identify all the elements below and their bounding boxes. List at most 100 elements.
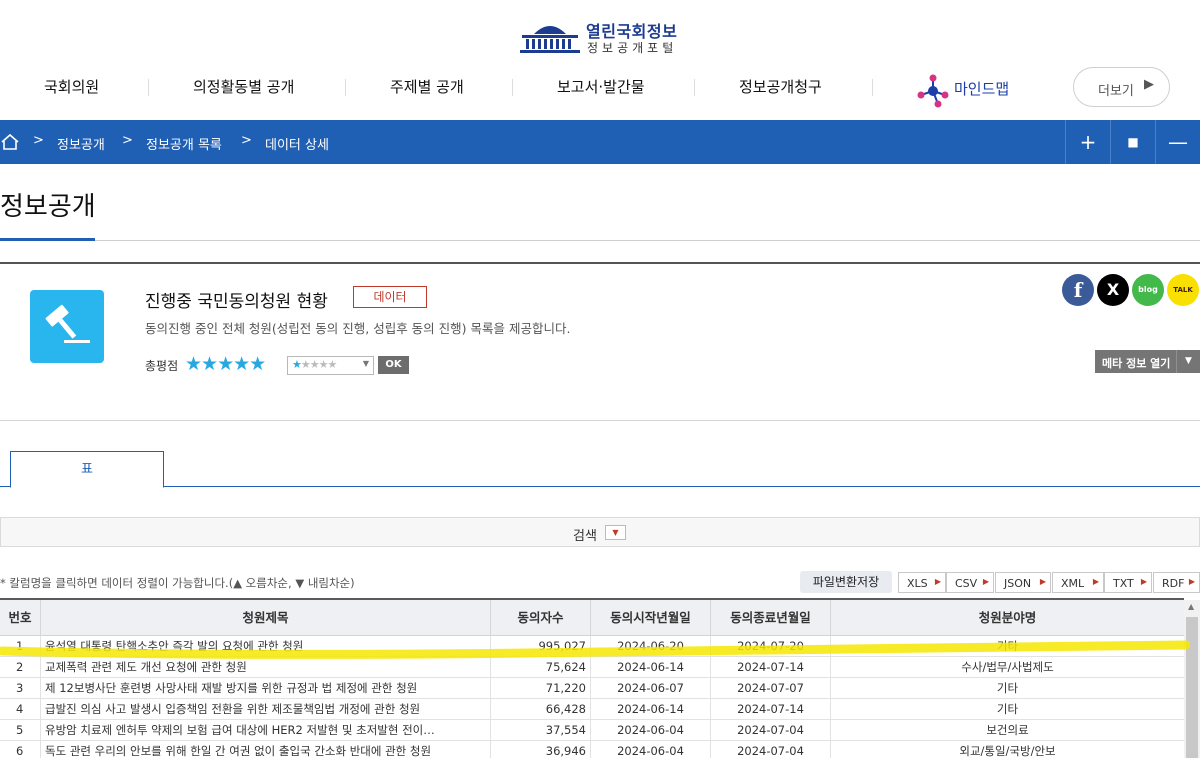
column-header-title[interactable]: 청원제목 xyxy=(41,600,491,636)
search-toggle-bar[interactable]: 검색 ▼ xyxy=(0,517,1200,547)
facebook-share-button[interactable]: f xyxy=(1062,274,1094,306)
breadcrumb-item-detail[interactable]: 데이터 상세 xyxy=(265,134,329,153)
column-header-start-date[interactable]: 동의시작년월일 xyxy=(591,600,711,636)
column-header-agree-count[interactable]: 동의자수 xyxy=(491,600,591,636)
mindmap-label: 마인드맵 xyxy=(954,80,1010,98)
cell-agree-count: 37,554 xyxy=(491,720,591,741)
export-txt-button[interactable]: TXT ▶ xyxy=(1104,572,1152,593)
x-share-button[interactable]: X xyxy=(1097,274,1129,306)
nav-separator xyxy=(872,79,873,96)
nav-item-disclosure-request[interactable]: 정보공개청구 xyxy=(739,76,822,97)
blog-share-button[interactable]: blog xyxy=(1132,274,1164,306)
export-format-label: JSON xyxy=(1004,577,1032,590)
export-json-button[interactable]: JSON ▶ xyxy=(995,572,1051,593)
cell-category: 수사/법무/사법제도 xyxy=(961,660,1054,674)
mindmap-icon xyxy=(917,74,949,108)
divider xyxy=(0,262,1200,264)
site-logo[interactable]: 열린국회정보 정보공개포털 xyxy=(520,18,690,56)
cell-end-date: 2024-07-14 xyxy=(711,699,831,720)
tab-table[interactable]: 표 xyxy=(10,451,164,488)
breadcrumb-item-list[interactable]: 정보공개 목록 xyxy=(146,134,222,153)
divider xyxy=(0,420,1200,421)
caret-right-icon: ▶ xyxy=(1092,577,1099,586)
cell-number: 1 xyxy=(0,636,41,657)
cell-agree-count: 36,946 xyxy=(491,741,591,758)
cell-category: 기타 xyxy=(996,702,1019,716)
cell-start-date: 2024-06-04 xyxy=(591,720,711,741)
nav-item-reports[interactable]: 보고서·발간물 xyxy=(557,76,645,97)
dataset-type-badge: 데이터 xyxy=(353,286,427,308)
more-button[interactable]: 더보기 ▶ xyxy=(1073,67,1170,107)
export-format-label: XML xyxy=(1061,577,1085,590)
table-row[interactable]: 2 교제폭력 관련 제도 개선 요청에 관한 청원 75,624 2024-06… xyxy=(0,657,1184,678)
home-icon[interactable] xyxy=(0,132,20,156)
breadcrumb: > 정보공개 > 정보공개 목록 > 데이터 상세 + ■ — xyxy=(0,120,1200,164)
page-title: 정보공개 xyxy=(0,192,96,222)
chevron-right-icon: ▶ xyxy=(1144,77,1154,92)
export-format-label: RDF xyxy=(1162,577,1185,590)
dataset-description: 동의진행 중인 전체 청원(성립전 동의 진행, 성립후 동의 진행) 목록을 … xyxy=(145,321,571,336)
blog-icon: blog xyxy=(1138,285,1158,294)
rating-select-empty-stars: ★★★★ xyxy=(300,358,337,371)
export-format-label: CSV xyxy=(955,577,978,590)
grid-header: 번호 청원제목 동의자수 동의시작년월일 동의종료년월일 청원분야명 xyxy=(0,600,1184,636)
nav-item-topics[interactable]: 주제별 공개 xyxy=(390,76,464,97)
chevron-down-icon: ▼ xyxy=(1176,350,1200,373)
scroll-up-icon[interactable]: ▲ xyxy=(1188,602,1194,611)
export-csv-button[interactable]: CSV ▶ xyxy=(946,572,994,593)
chevron-right-icon: > xyxy=(241,133,252,148)
kakaotalk-share-button[interactable]: TALK xyxy=(1167,274,1199,306)
nav-separator xyxy=(512,79,513,96)
title-accent xyxy=(0,238,95,241)
cell-title: 제 12보병사단 훈련병 사망사태 재발 방지를 위한 규정과 법 제정에 관한… xyxy=(41,678,491,699)
nav-separator xyxy=(345,79,346,96)
table-row[interactable]: 1 윤석열 대통령 탄핵소추안 즉각 발의 요청에 관한 청원 995,027 … xyxy=(0,636,1184,657)
nav-item-activities[interactable]: 의정활동별 공개 xyxy=(193,76,294,97)
table-row[interactable]: 4 급발진 의심 사고 발생시 입증책임 전환을 위한 제조물책임법 개정에 관… xyxy=(0,699,1184,720)
meta-info-button[interactable]: 메타 정보 열기 ▼ xyxy=(1095,350,1200,373)
search-label: 검색 xyxy=(573,529,597,544)
nav-separator xyxy=(148,79,149,96)
export-xml-button[interactable]: XML ▶ xyxy=(1052,572,1104,593)
export-rdf-button[interactable]: RDF ▶ xyxy=(1153,572,1200,593)
vertical-scrollbar[interactable]: ▲ xyxy=(1184,600,1200,758)
cell-end-date: 2024-07-07 xyxy=(711,678,831,699)
cell-agree-count: 66,428 xyxy=(491,699,591,720)
tab-bar xyxy=(0,486,1200,487)
scrollbar-thumb[interactable] xyxy=(1186,617,1198,758)
cell-start-date: 2024-06-04 xyxy=(591,741,711,758)
zoom-reset-button[interactable]: ■ xyxy=(1110,120,1155,164)
table-row[interactable]: 6 독도 관련 우리의 안보를 위해 한일 간 여권 없이 출입국 간소화 반대… xyxy=(0,741,1184,758)
cell-agree-count: 71,220 xyxy=(491,678,591,699)
rating-select-filled-star: ★ xyxy=(292,358,302,371)
zoom-in-button[interactable]: + xyxy=(1065,120,1110,164)
cell-title: 윤석열 대통령 탄핵소추안 즉각 발의 요청에 관한 청원 xyxy=(41,636,491,657)
column-header-category[interactable]: 청원분야명 xyxy=(831,600,1184,636)
rating-stars: ★★★★★ xyxy=(185,353,266,375)
logo-subtitle: 정보공개포털 xyxy=(587,41,678,55)
divider xyxy=(0,240,1200,241)
column-header-end-date[interactable]: 동의종료년월일 xyxy=(711,600,831,636)
rating-ok-button[interactable]: OK xyxy=(378,356,409,374)
cell-end-date: 2024-07-20 xyxy=(711,636,831,657)
meta-info-label: 메타 정보 열기 xyxy=(1102,357,1171,370)
cell-number: 3 xyxy=(0,678,41,699)
export-xls-button[interactable]: XLS ▶ xyxy=(898,572,946,593)
column-header-number[interactable]: 번호 xyxy=(0,600,41,636)
breadcrumb-item-disclosure[interactable]: 정보공개 xyxy=(57,134,105,153)
kakaotalk-icon: TALK xyxy=(1173,286,1193,294)
cell-end-date: 2024-07-14 xyxy=(711,657,831,678)
cell-category: 보건의료 xyxy=(986,723,1029,737)
cell-title: 교제폭력 관련 제도 개선 요청에 관한 청원 xyxy=(41,657,491,678)
file-convert-save-button[interactable]: 파일변환저장 xyxy=(800,571,892,593)
cell-agree-count: 995,027 xyxy=(491,636,591,657)
nav-separator xyxy=(694,79,695,96)
nav-item-members[interactable]: 국회의원 xyxy=(44,76,99,97)
rating-select[interactable]: ★★★★★ ▼ xyxy=(287,356,374,375)
cell-title: 유방암 치료제 엔허투 약제의 보험 급여 대상에 HER2 저발현 및 초저발… xyxy=(41,720,491,741)
table-row[interactable]: 5 유방암 치료제 엔허투 약제의 보험 급여 대상에 HER2 저발현 및 초… xyxy=(0,720,1184,741)
table-row[interactable]: 3 제 12보병사단 훈련병 사망사태 재발 방지를 위한 규정과 법 제정에 … xyxy=(0,678,1184,699)
facebook-icon: f xyxy=(1073,278,1083,302)
rating-label: 총평점 xyxy=(145,359,179,373)
zoom-out-button[interactable]: — xyxy=(1155,120,1200,164)
